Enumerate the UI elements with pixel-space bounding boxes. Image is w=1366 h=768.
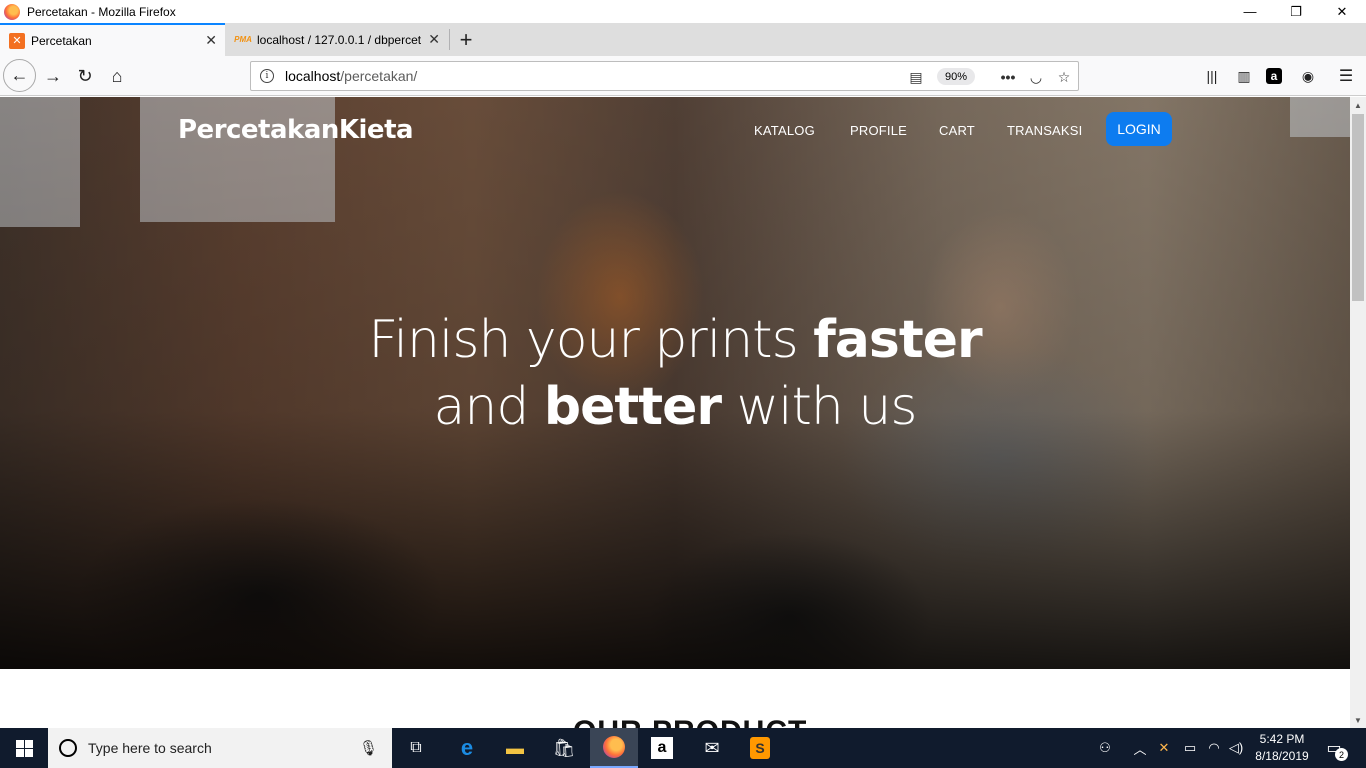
hero-headline: Finish your prints faster and better wit… [368,310,982,437]
firefox-icon[interactable] [590,728,638,768]
login-button[interactable]: LOGIN [1106,112,1172,146]
firefox-icon [4,3,20,20]
store-icon[interactable]: 🛍 [540,728,588,768]
scroll-up-icon[interactable]: ▲ [1350,97,1366,113]
home-icon[interactable]: ⌂ [101,60,133,92]
close-tab-icon[interactable]: ✕ [428,31,440,48]
close-window-button[interactable]: ✕ [1319,0,1365,23]
action-center-icon[interactable]: ▭ 2 [1322,736,1348,761]
notification-count: 2 [1335,748,1348,761]
close-tab-icon[interactable]: ✕ [205,32,217,49]
restore-button[interactable]: ❐ [1273,0,1319,23]
minimize-button[interactable]: — [1227,0,1273,23]
bookmark-star-icon[interactable]: ☆ [1054,67,1074,87]
xampp-icon: ✕ [9,32,25,49]
page-viewport: PercetakanKieta KATALOG PROFILE CART TRA… [0,97,1350,728]
tab-phpmyadmin[interactable]: PMA localhost / 127.0.0.1 / dbpercet ✕ [226,23,448,56]
clock-time: 5:42 PM [1259,732,1305,746]
scroll-thumb[interactable] [1352,114,1364,301]
url-bar[interactable]: i localhost/percetakan/ ▤ 90% ••• ◡ ☆ [250,61,1079,91]
back-icon[interactable]: ← [3,59,36,92]
clock-date: 8/18/2019 [1255,749,1309,763]
cortana-icon [59,739,77,757]
mail-icon[interactable]: ✉ [688,728,736,768]
start-button[interactable] [0,728,48,768]
scroll-down-icon[interactable]: ▼ [1350,712,1366,728]
account-icon[interactable]: ◉ [1298,66,1318,86]
url-text[interactable]: localhost/percetakan/ [285,68,417,84]
site-info-icon[interactable]: i [260,69,274,83]
task-view-icon[interactable]: ⧉ [392,728,440,768]
volume-icon[interactable]: ◁) [1227,738,1245,758]
file-explorer-icon[interactable]: ▬ [491,728,539,768]
page-scrollbar[interactable]: ▲ ▼ [1350,97,1366,728]
phpmyadmin-icon: PMA [234,35,252,44]
brand-logo[interactable]: PercetakanKieta [178,115,414,145]
background-window [1290,97,1350,137]
show-hidden-icons-icon[interactable]: ︿ [1131,738,1149,758]
menu-icon[interactable]: ☰ [1336,66,1356,86]
tab-percetakan[interactable]: ✕ Percetakan ✕ [0,23,225,56]
zoom-indicator[interactable]: 90% [937,68,976,85]
wifi-icon[interactable]: ◠ [1205,738,1223,758]
library-icon[interactable]: ||| [1202,66,1222,86]
tab-label: Percetakan [31,33,92,48]
amazon-icon[interactable]: a [638,728,686,768]
section-title: OUR PRODUCT [573,715,807,728]
nav-transaksi[interactable]: TRANSAKSI [1007,123,1082,138]
navigation-toolbar: ← → ↻ ⌂ i localhost/percetakan/ ▤ 90% ••… [0,56,1366,96]
pocket-icon[interactable]: ◡ [1026,67,1046,87]
taskbar-search[interactable]: Type here to search 🎙 [48,728,392,768]
reader-view-icon[interactable]: ▤ [906,67,926,87]
forward-icon[interactable]: → [37,60,69,92]
people-icon[interactable]: ⚇ [1096,738,1114,758]
tab-separator [449,29,450,50]
window-titlebar: Percetakan - Mozilla Firefox — ❐ ✕ [0,0,1366,23]
nav-cart[interactable]: CART [939,123,975,138]
tab-strip: ✕ Percetakan ✕ PMA localhost / 127.0.0.1… [0,23,1366,56]
xampp-tray-icon[interactable]: ✕ [1155,738,1173,758]
tab-label: localhost / 127.0.0.1 / dbpercet [257,32,422,47]
sublime-icon[interactable]: S [736,728,784,768]
window-title: Percetakan - Mozilla Firefox [27,4,176,19]
search-placeholder: Type here to search [88,740,212,756]
nav-katalog[interactable]: KATALOG [754,123,815,138]
background-window [0,97,80,227]
sidebar-icon[interactable]: ▥ [1234,66,1254,86]
nav-profile[interactable]: PROFILE [850,123,907,138]
edge-icon[interactable]: e [443,728,491,768]
windows-logo-icon [15,739,33,757]
microphone-icon[interactable]: 🎙 [359,739,378,757]
reload-icon[interactable]: ↻ [69,60,101,92]
new-tab-button[interactable]: + [453,23,479,56]
taskbar-clock[interactable]: 5:42 PM 8/18/2019 [1253,731,1311,765]
page-actions-icon[interactable]: ••• [998,67,1018,87]
amazon-icon[interactable]: a [1266,68,1282,84]
windows-taskbar: Type here to search 🎙 ⧉ e ▬ 🛍 a ✉ S ⚇ ︿ … [0,728,1366,768]
battery-icon[interactable]: ▭ [1181,738,1199,758]
